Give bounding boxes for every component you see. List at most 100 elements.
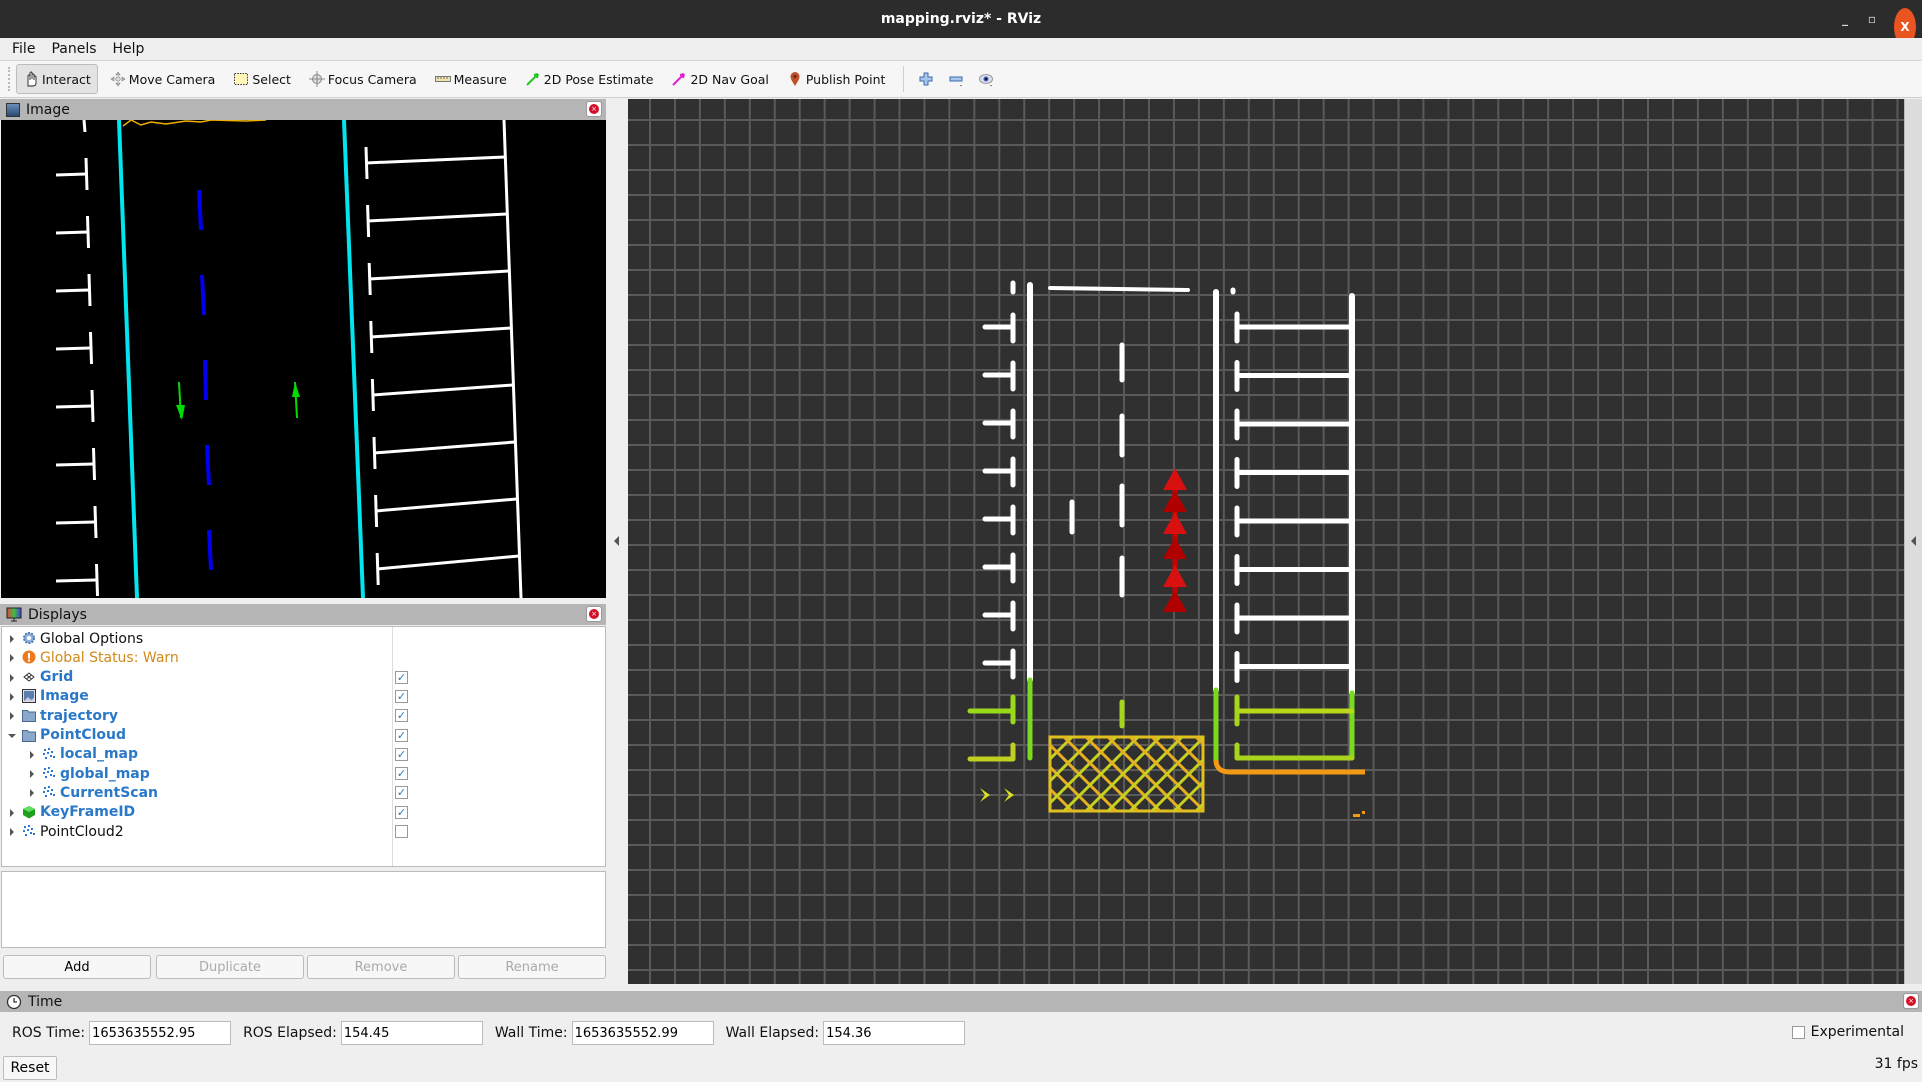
tool-move-camera[interactable]: Move Camera — [104, 64, 222, 94]
experimental-toggle[interactable]: Experimental — [1791, 1024, 1904, 1040]
display-item-label: trajectory — [40, 707, 118, 724]
display-enabled-checkbox[interactable]: ✓ — [395, 728, 408, 742]
expand-arrow-icon[interactable] — [30, 770, 34, 779]
center-dash — [205, 444, 211, 486]
toolbar-grip[interactable] — [8, 67, 12, 91]
minimize-button[interactable]: _ — [1842, 0, 1848, 38]
center-dash — [203, 359, 208, 401]
close-time-panel-button[interactable]: × — [1903, 993, 1919, 1009]
display-item-label: Grid — [40, 669, 74, 686]
display-enabled-checkbox[interactable]: ✓ — [395, 805, 408, 819]
remove-display-button[interactable]: Remove — [307, 955, 455, 979]
display-enabled-checkbox[interactable]: ✓ — [395, 747, 408, 761]
display-item-pointcloud[interactable]: PointCloud ✓ — [2, 726, 605, 745]
parking-tee-right — [366, 204, 371, 238]
display-item-pointcloud2[interactable]: PointCloud2 — [2, 822, 605, 841]
display-item-grid[interactable]: Grid ✓ — [2, 668, 605, 687]
lane-boundary-left — [117, 120, 139, 598]
add-display-button[interactable]: Add — [3, 955, 151, 979]
parking-line-right — [369, 269, 510, 281]
ros-time-field[interactable] — [89, 1021, 232, 1045]
display-enabled-checkbox[interactable]: ✓ — [395, 786, 408, 800]
display-item-label: CurrentScan — [60, 784, 158, 801]
remove-tool-button[interactable] — [942, 64, 970, 94]
experimental-checkbox[interactable] — [1791, 1025, 1805, 1039]
display-item-local-map[interactable]: local_map ✓ — [2, 745, 605, 764]
expand-arrow-icon[interactable] — [10, 673, 14, 682]
warning-icon — [22, 650, 36, 664]
display-item-global-options[interactable]: Global Options — [2, 629, 605, 648]
display-item-label: Image — [40, 688, 89, 705]
expand-right-arrow-icon[interactable] — [1911, 536, 1916, 546]
menu-panels[interactable]: Panels — [45, 41, 102, 57]
display-item-global-status-warn[interactable]: Global Status: Warn — [2, 648, 605, 667]
parking-tee-right — [370, 378, 375, 412]
display-item-image[interactable]: Image ✓ — [2, 687, 605, 706]
tool-2d-pose-estimate[interactable]: 2D Pose Estimate — [519, 64, 660, 94]
parking-line-left — [55, 288, 90, 293]
view-tool-button[interactable] — [972, 64, 1000, 94]
parking-tee-left — [92, 447, 96, 481]
tool-2d-nav-goal[interactable]: 2D Nav Goal — [665, 64, 774, 94]
expand-arrow-icon[interactable] — [30, 789, 34, 798]
tool-measure[interactable]: Measure — [429, 64, 513, 94]
image-panel-title: Image — [26, 101, 70, 118]
wall-time-field[interactable] — [571, 1021, 714, 1045]
display-item-keyframeid[interactable]: KeyFrameID ✓ — [2, 803, 605, 822]
display-item-label: global_map — [60, 765, 150, 782]
trajectory-pose-arrow — [1163, 565, 1187, 587]
collapse-left-arrow-icon[interactable] — [614, 536, 619, 546]
expand-arrow-icon[interactable] — [10, 712, 14, 721]
display-enabled-checkbox[interactable]: ✓ — [395, 767, 408, 781]
parking-tee-right — [369, 320, 374, 354]
monitor-icon — [6, 607, 22, 622]
ros-elapsed-field[interactable] — [340, 1021, 483, 1045]
left-dock-splitter[interactable] — [606, 99, 628, 984]
close-image-panel-button[interactable]: × — [586, 101, 602, 117]
tool-publish-point[interactable]: Publish Point — [781, 64, 892, 94]
map-scene[interactable] — [628, 99, 1904, 984]
right-dock-splitter[interactable] — [1904, 99, 1922, 984]
map-pin-icon — [790, 72, 800, 86]
wall-elapsed-field[interactable] — [823, 1021, 966, 1045]
maximize-button[interactable]: ▫ — [1868, 0, 1876, 38]
display-enabled-checkbox[interactable]: ✓ — [395, 670, 408, 684]
reset-time-button[interactable]: Reset — [3, 1056, 57, 1080]
image-icon — [22, 688, 36, 703]
display-enabled-checkbox[interactable] — [395, 825, 408, 838]
3d-render-viewport[interactable] — [628, 99, 1904, 984]
display-item-trajectory[interactable]: trajectory ✓ — [2, 706, 605, 725]
tool-select[interactable]: Select — [227, 64, 297, 94]
display-description-area — [1, 871, 606, 948]
image-icon — [6, 102, 20, 117]
tool-focus-camera[interactable]: Focus Camera — [303, 64, 423, 94]
tool-interact[interactable]: Interact — [16, 64, 98, 94]
collapse-arrow-icon[interactable] — [8, 733, 16, 738]
eye-icon — [979, 74, 994, 87]
add-tool-button[interactable] — [912, 64, 940, 94]
display-item-label: PointCloud2 — [40, 823, 124, 840]
display-item-currentscan[interactable]: CurrentScan ✓ — [2, 783, 605, 802]
wall-elapsed-label: Wall Elapsed: — [725, 1025, 820, 1041]
display-item-global-map[interactable]: global_map ✓ — [2, 764, 605, 783]
camera-image-view — [1, 120, 606, 598]
menu-help[interactable]: Help — [107, 41, 151, 57]
parking-tee-left — [87, 273, 92, 307]
close-displays-panel-button[interactable]: × — [586, 606, 602, 622]
parking-line-left — [55, 578, 97, 583]
menu-file[interactable]: File — [6, 41, 41, 57]
expand-arrow-icon[interactable] — [30, 750, 34, 759]
duplicate-display-button[interactable]: Duplicate — [156, 955, 304, 979]
expand-arrow-icon[interactable] — [10, 635, 14, 643]
rename-display-button[interactable]: Rename — [458, 955, 606, 979]
expand-arrow-icon[interactable] — [10, 654, 14, 663]
parking-tee-right — [367, 262, 372, 296]
display-enabled-checkbox[interactable]: ✓ — [395, 689, 408, 703]
expand-arrow-icon[interactable] — [10, 692, 14, 701]
display-enabled-checkbox[interactable]: ✓ — [395, 709, 408, 723]
gear-icon — [22, 631, 36, 645]
expand-arrow-icon[interactable] — [10, 828, 14, 836]
close-icon: × — [589, 104, 599, 114]
expand-arrow-icon[interactable] — [10, 808, 14, 817]
displays-panel-title: Displays — [28, 606, 87, 623]
